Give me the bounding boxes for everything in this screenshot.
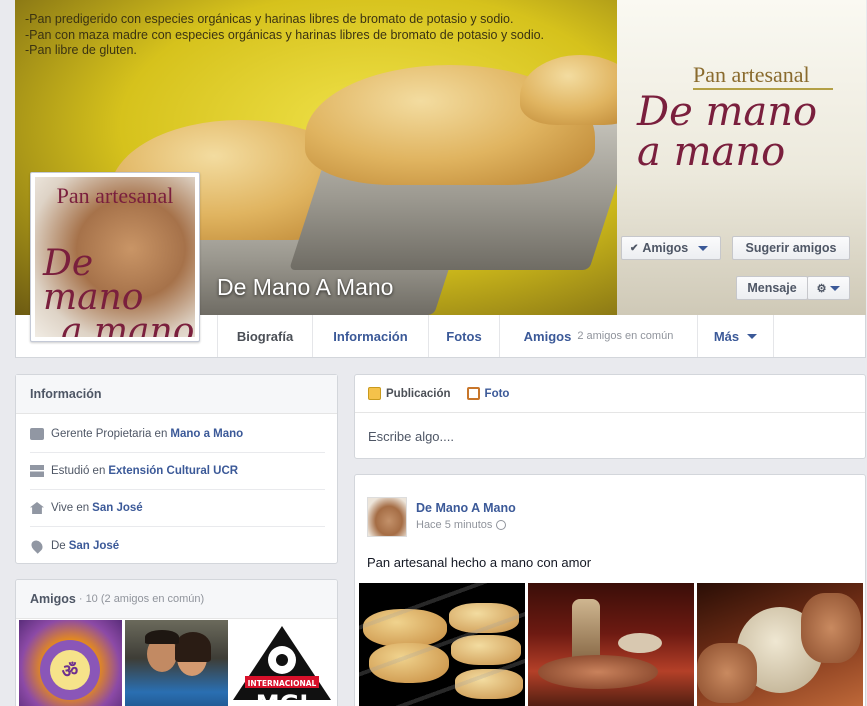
svg-text:INTERNACIONAL: INTERNACIONAL bbox=[248, 679, 317, 688]
suggest-friends-button[interactable]: Sugerir amigos bbox=[732, 236, 850, 260]
friends-button[interactable]: ✔ Amigos bbox=[621, 236, 721, 260]
svg-text:MGI: MGI bbox=[256, 690, 309, 706]
mutual-friends-count: 2 amigos en común bbox=[577, 330, 674, 342]
work-link[interactable]: Mano a Mano bbox=[170, 428, 243, 440]
settings-menu-button[interactable]: ⚙ bbox=[807, 276, 850, 300]
friends-count: · 10 (2 amigos en común) bbox=[78, 593, 205, 605]
composer-card: Publicación Foto Escribe algo.... bbox=[354, 374, 866, 459]
post-timestamp[interactable]: Hace 5 minutos bbox=[416, 519, 507, 531]
friends-button-label: Amigos bbox=[642, 241, 689, 255]
tab-informacion[interactable]: Información bbox=[312, 315, 428, 357]
info-card: Información Gerente Propietaria en Mano a… bbox=[15, 374, 338, 564]
hometown-link[interactable]: San José bbox=[69, 540, 120, 552]
message-button-label: Mensaje bbox=[747, 281, 797, 295]
globe-icon bbox=[496, 520, 507, 531]
school-icon bbox=[30, 465, 44, 477]
tab-fotos[interactable]: Fotos bbox=[428, 315, 499, 357]
friends-card: Amigos · 10 (2 amigos en común) ॐ INTERNA… bbox=[15, 579, 338, 706]
page-title[interactable]: De Mano A Mano bbox=[217, 274, 393, 301]
location-pin-icon bbox=[29, 537, 45, 554]
avatar: Pan artesanal De mano a mano bbox=[35, 177, 195, 337]
composer-tabs: Publicación Foto bbox=[355, 375, 865, 413]
education-link[interactable]: Extensión Cultural UCR bbox=[108, 465, 238, 477]
tab-mas[interactable]: Más bbox=[697, 315, 774, 357]
info-row-work: Gerente Propietaria en Mano a Mano bbox=[30, 416, 325, 453]
tab-foto[interactable]: Foto bbox=[466, 387, 509, 400]
cover-brand-panel: Pan artesanal De mano a mano bbox=[617, 0, 866, 315]
lives-in-link[interactable]: San José bbox=[92, 502, 143, 514]
friend-thumb-mgi[interactable]: INTERNACIONAL MGI bbox=[231, 620, 334, 706]
gear-icon: ⚙ bbox=[816, 282, 827, 295]
message-button[interactable]: Mensaje bbox=[736, 276, 808, 300]
mgi-logo-icon: INTERNACIONAL MGI bbox=[233, 626, 331, 706]
briefcase-icon bbox=[30, 428, 44, 440]
composer-input[interactable]: Escribe algo.... bbox=[355, 413, 865, 459]
info-card-title[interactable]: Información bbox=[16, 375, 337, 414]
friends-card-title[interactable]: Amigos · 10 (2 amigos en común) bbox=[16, 580, 337, 619]
brand-logo-text: De mano a mano bbox=[637, 89, 818, 175]
friend-thumb-yoga[interactable]: ॐ bbox=[19, 620, 122, 706]
tab-publicacion[interactable]: Publicación bbox=[368, 387, 451, 400]
avatar-logo-text: De mano a mano bbox=[43, 243, 195, 338]
info-row-education: Estudió en Extensión Cultural UCR bbox=[30, 453, 325, 490]
tab-biografia[interactable]: Biografía bbox=[217, 315, 312, 357]
avatar-subtitle: Pan artesanal bbox=[56, 183, 174, 208]
post-avatar[interactable] bbox=[367, 497, 407, 537]
chevron-down-icon bbox=[698, 245, 709, 251]
post-card: De Mano A Mano Hace 5 minutos Pan artesa… bbox=[354, 474, 866, 706]
chevron-down-icon bbox=[830, 285, 841, 291]
chevron-down-icon bbox=[747, 333, 758, 339]
profile-picture[interactable]: Pan artesanal De mano a mano bbox=[30, 172, 200, 342]
info-row-from: De San José bbox=[29, 527, 325, 564]
yoga-logo-icon: ॐ bbox=[40, 640, 100, 700]
brand-subtitle: Pan artesanal bbox=[693, 62, 810, 87]
svg-text:ॐ: ॐ bbox=[62, 661, 78, 682]
info-row-lives: Vive en San José bbox=[30, 490, 325, 527]
post-author-link[interactable]: De Mano A Mano bbox=[416, 501, 516, 515]
check-icon: ✔ bbox=[630, 242, 639, 254]
cover-caption: -Pan predigerido con especies orgánicas … bbox=[25, 12, 545, 57]
post-text: Pan artesanal hecho a mano con amor bbox=[367, 555, 592, 570]
home-icon bbox=[30, 502, 44, 514]
post-photo-2[interactable] bbox=[528, 583, 694, 706]
post-photo-1[interactable] bbox=[359, 583, 525, 706]
tab-amigos[interactable]: Amigos 2 amigos en común bbox=[499, 315, 697, 357]
status-icon bbox=[368, 387, 381, 400]
photo-icon bbox=[466, 387, 480, 400]
suggest-friends-label: Sugerir amigos bbox=[745, 241, 837, 255]
friend-thumb-couple[interactable] bbox=[125, 620, 228, 706]
post-photo-3[interactable] bbox=[697, 583, 863, 706]
